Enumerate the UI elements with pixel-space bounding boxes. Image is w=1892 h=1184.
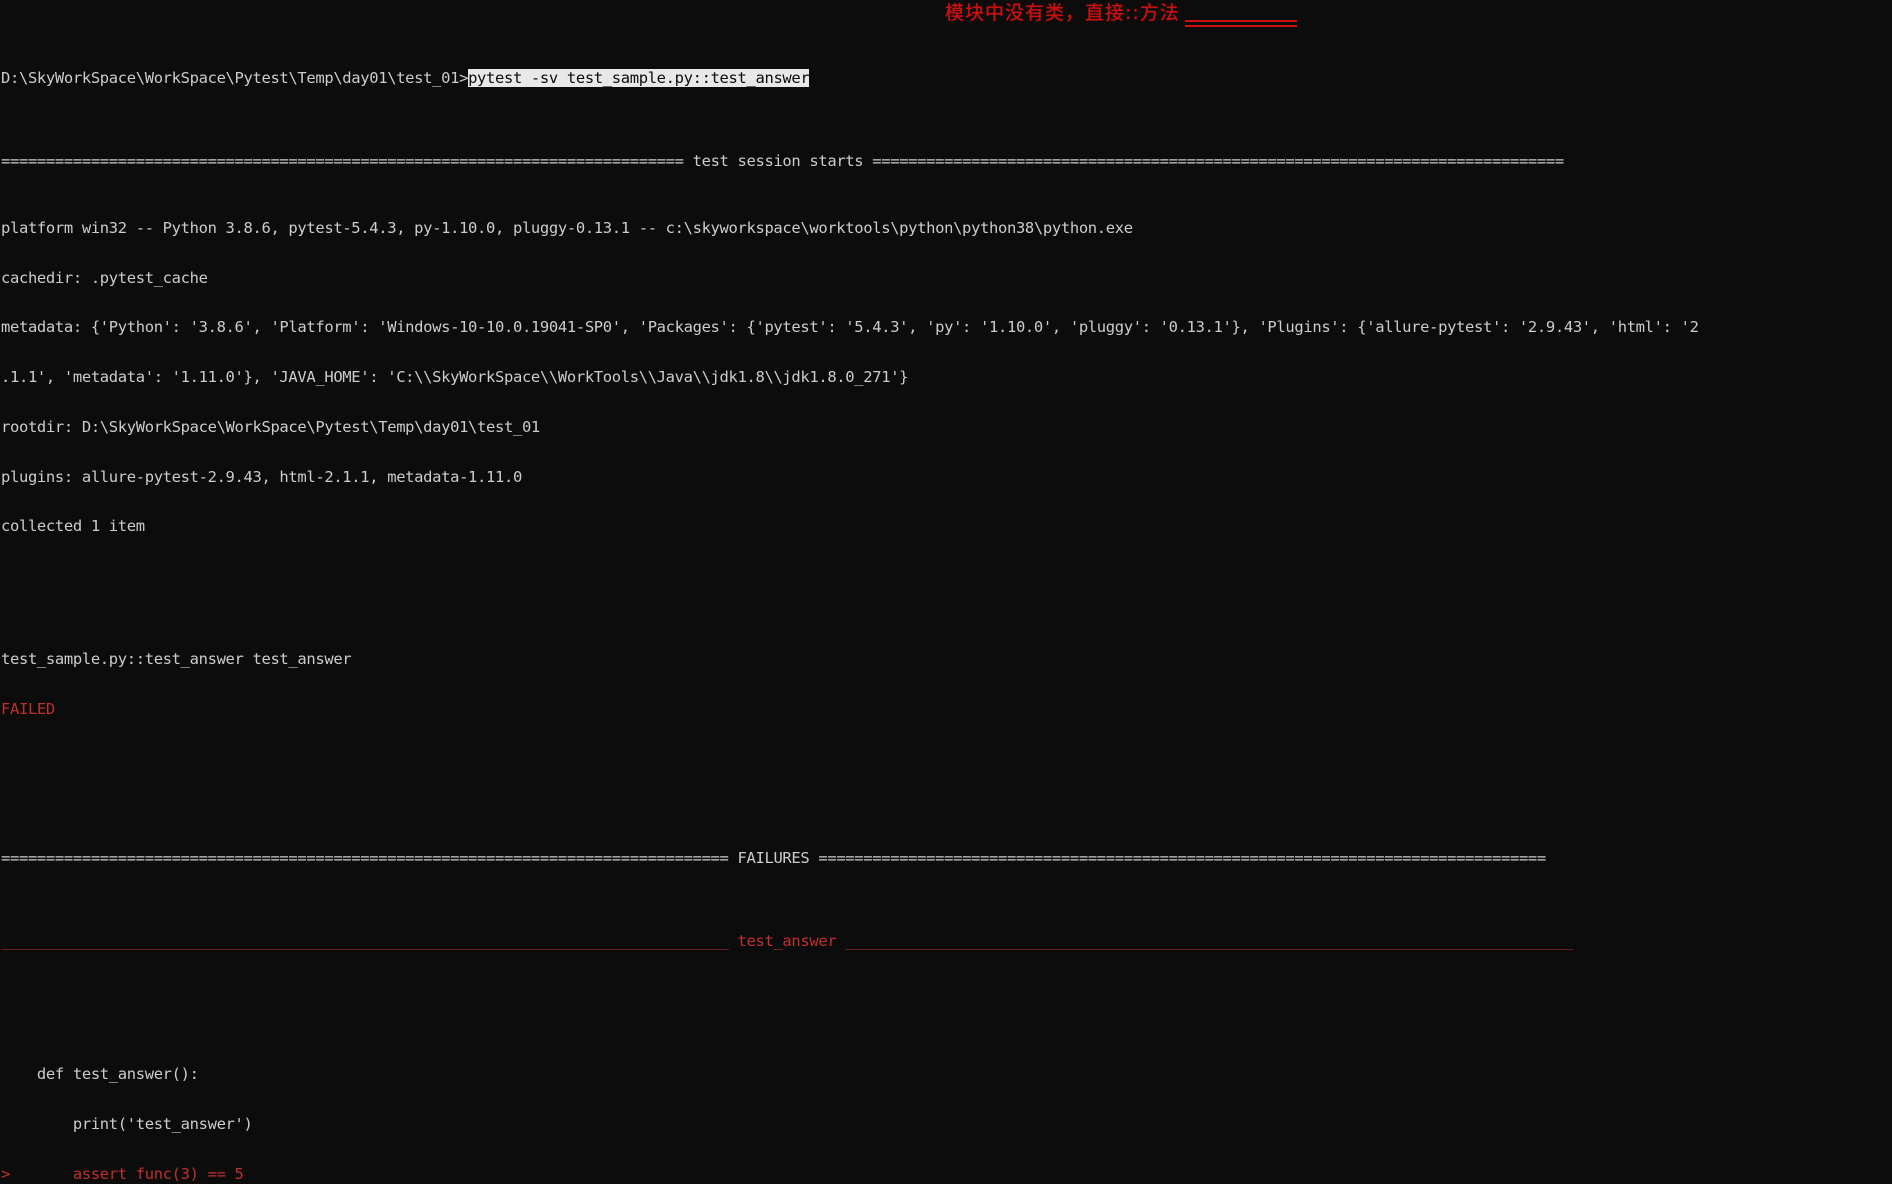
metadata-line-2: .1.1', 'metadata': '1.11.0'}, 'JAVA_HOME… bbox=[1, 368, 909, 387]
failed-status-text: FAILED bbox=[1, 699, 55, 718]
cachedir-line: cachedir: .pytest_cache bbox=[1, 268, 208, 287]
code-line-1: def test_answer(): bbox=[1, 1065, 199, 1083]
failing-assert-line: > assert func(3) == 5 bbox=[1, 1164, 1892, 1183]
failing-assert-text: > assert func(3) == 5 bbox=[1, 1164, 244, 1183]
banner-left-rule: ========================================… bbox=[1, 152, 684, 171]
code-line-2: print('test_answer') bbox=[1, 1114, 253, 1133]
rootdir-line: rootdir: D:\SkyWorkSpace\WorkSpace\Pytes… bbox=[1, 417, 540, 436]
plugins-line: plugins: allure-pytest-2.9.43, html-2.1.… bbox=[1, 467, 522, 486]
command-prompt-line[interactable]: D:\SkyWorkSpace\WorkSpace\Pytest\Temp\da… bbox=[1, 69, 1892, 88]
test-result-status: FAILED bbox=[1, 701, 1892, 718]
separator-right-rule: ________________________________________… bbox=[845, 932, 1573, 951]
terminal-window[interactable]: D:\SkyWorkSpace\WorkSpace\Pytest\Temp\da… bbox=[0, 0, 1892, 1182]
platform-line: platform win32 -- Python 3.8.6, pytest-5… bbox=[1, 218, 1133, 237]
failures-left-rule: ========================================… bbox=[1, 849, 729, 868]
typed-command[interactable]: pytest -sv test_sample.py::test_answer bbox=[468, 69, 810, 88]
annotation-strike-line-2 bbox=[1185, 25, 1297, 27]
session-start-banner: ========================================… bbox=[1, 153, 1892, 170]
banner-right-rule: ========================================… bbox=[872, 152, 1564, 171]
separator-left-rule: ________________________________________… bbox=[1, 932, 729, 951]
failures-right-rule: ========================================… bbox=[818, 849, 1546, 868]
failures-banner: ========================================… bbox=[1, 850, 1892, 867]
metadata-line-1: metadata: {'Python': '3.8.6', 'Platform'… bbox=[1, 318, 1699, 337]
failing-test-name: test_answer bbox=[728, 932, 846, 951]
annotation-strike-line-1 bbox=[1185, 20, 1297, 22]
failures-title: FAILURES bbox=[728, 849, 819, 868]
collected-line: collected 1 item bbox=[1, 517, 145, 536]
prompt-path: D:\SkyWorkSpace\WorkSpace\Pytest\Temp\da… bbox=[1, 69, 469, 88]
test-execution-line: test_sample.py::test_answer test_answer bbox=[1, 650, 352, 669]
handwritten-annotation: 模块中没有类，直接::方法 bbox=[945, 2, 1180, 24]
failing-test-separator: ________________________________________… bbox=[1, 933, 1892, 950]
banner-title: test session starts bbox=[683, 152, 873, 171]
